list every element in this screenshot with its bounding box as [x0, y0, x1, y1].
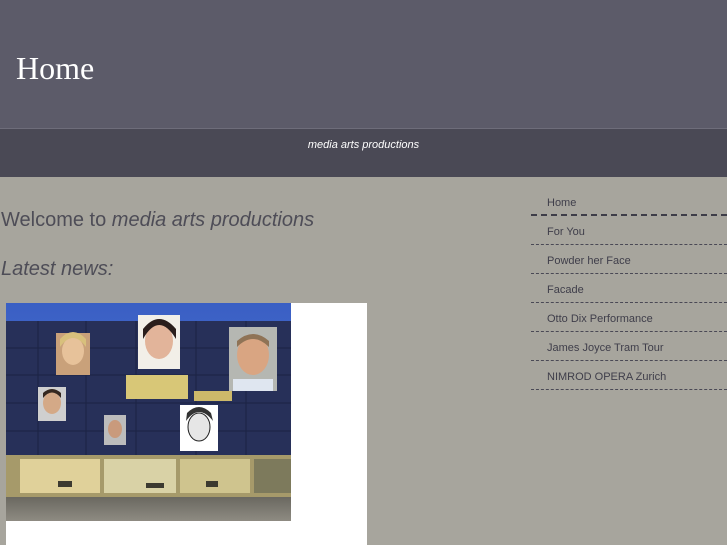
nav-item-james-joyce-tram-tour[interactable]: James Joyce Tram Tour — [531, 332, 727, 361]
building-collage-photo — [6, 303, 291, 521]
news-image-frame — [6, 303, 367, 545]
page-title: Home — [16, 50, 95, 86]
nav-item-label: For You — [547, 226, 585, 238]
nav-item-nimrod-opera-zurich[interactable]: NIMROD OPERA Zurich — [531, 361, 727, 390]
page-header: Home — [0, 0, 727, 128]
nav-item-label: Otto Dix Performance — [547, 313, 653, 325]
nav-item-for-you[interactable]: For You — [531, 216, 727, 245]
tagline-bar: media arts productions — [0, 128, 727, 177]
nav-item-label: Facade — [547, 284, 584, 296]
nav-item-label: NIMROD OPERA Zurich — [547, 371, 667, 383]
nav-item-label: Powder her Face — [547, 255, 631, 267]
portrait-4 — [38, 387, 66, 421]
site-tagline: media arts productions — [307, 139, 420, 151]
portrait-6 — [180, 405, 218, 451]
nav-item-label: James Joyce Tram Tour — [547, 342, 664, 354]
nav-item-label: Home — [547, 197, 577, 209]
lit-window — [126, 375, 188, 399]
portrait-3 — [229, 327, 277, 391]
portrait-2 — [138, 315, 180, 369]
portrait-1 — [56, 332, 90, 375]
sidebar-nav: Home For You Powder her Face Facade Otto… — [531, 187, 727, 390]
nav-item-otto-dix-performance[interactable]: Otto Dix Performance — [531, 303, 727, 332]
welcome-brand: media arts productions — [111, 209, 315, 231]
nav-item-home[interactable]: Home — [531, 187, 727, 216]
welcome-heading: Welcome to media arts productions — [1, 208, 314, 232]
pavement — [6, 497, 291, 521]
nav-item-powder-her-face[interactable]: Powder her Face — [531, 245, 727, 274]
latest-news-heading: Latest news: — [1, 258, 114, 280]
nav-item-facade[interactable]: Facade — [531, 274, 727, 303]
welcome-prefix: Welcome to — [1, 209, 112, 231]
portrait-5 — [104, 415, 126, 445]
